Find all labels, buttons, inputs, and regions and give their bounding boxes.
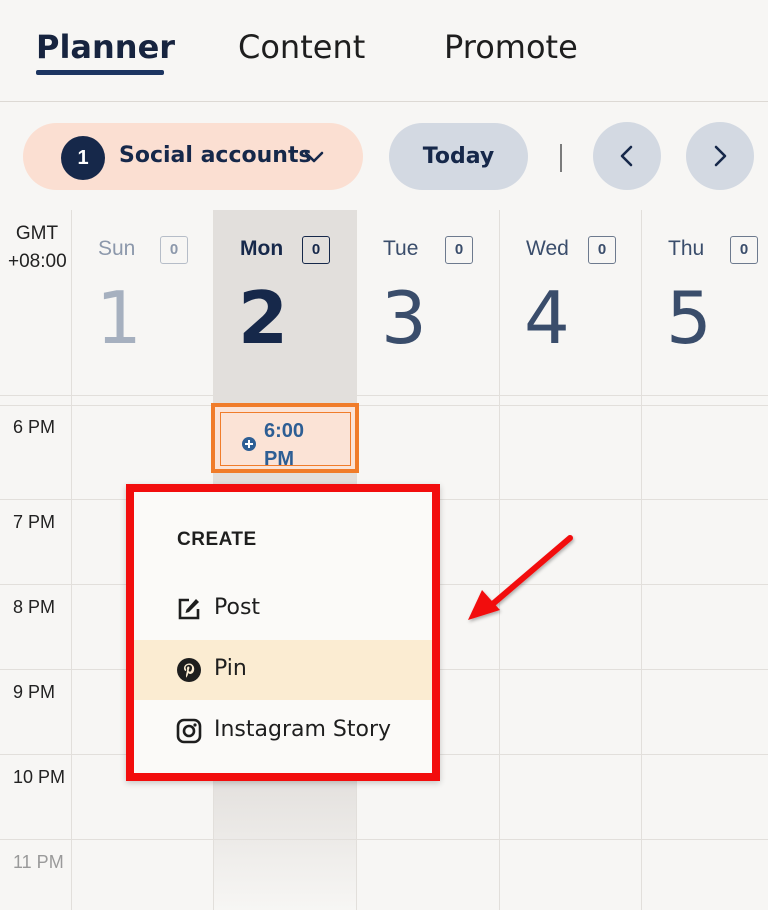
day-number: 1 [96, 276, 142, 360]
day-header-thu[interactable]: Thu 0 5 [642, 210, 768, 395]
chevron-left-icon [620, 145, 633, 167]
annotation-arrow-icon [468, 535, 573, 620]
grid-line [0, 405, 768, 406]
day-name: Wed [526, 237, 569, 260]
tab-planner[interactable]: Planner [36, 28, 175, 66]
day-name: Mon [240, 237, 284, 260]
timezone-offset: +08:00 [8, 251, 67, 272]
time-label: 9 PM [13, 682, 56, 702]
toolbar-divider [560, 144, 562, 172]
edit-icon [178, 598, 200, 620]
day-name: Tue [383, 237, 419, 260]
time-label: 11 PM [13, 852, 64, 872]
day-number: 3 [381, 276, 427, 360]
pinterest-icon [177, 658, 201, 682]
accounts-count-badge: 1 [61, 136, 105, 180]
timezone-name: GMT [15, 223, 59, 244]
tab-content[interactable]: Content [238, 28, 365, 66]
active-tab-indicator [36, 70, 164, 75]
menu-item-label: Pin [214, 656, 247, 681]
slot-time: 6:00 PM [264, 417, 304, 473]
day-number: 2 [238, 276, 289, 360]
header-separator [0, 395, 768, 396]
new-post-slot[interactable]: 6:00 PM [211, 403, 359, 473]
time-label: 8 PM [13, 597, 56, 617]
day-header-sun[interactable]: Sun 0 1 [72, 210, 215, 395]
create-pin-option[interactable]: Pin [134, 640, 432, 700]
instagram-icon [176, 718, 202, 744]
social-accounts-label: Social accounts [119, 143, 312, 168]
social-accounts-button[interactable]: 1 Social accounts [23, 123, 363, 190]
create-menu-title: CREATE [177, 529, 257, 550]
menu-item-label: Instagram Story [214, 717, 392, 742]
next-week-button[interactable] [686, 122, 754, 190]
previous-week-button[interactable] [593, 122, 661, 190]
chevron-down-icon [304, 151, 324, 163]
post-count-badge: 0 [302, 236, 330, 264]
day-name: Thu [668, 237, 705, 260]
time-label: 10 PM [13, 767, 66, 787]
calendar-toolbar: 1 Social accounts Today [0, 102, 768, 210]
post-count-badge: 0 [588, 236, 616, 264]
menu-item-label: Post [214, 595, 261, 620]
add-circle-icon [242, 437, 256, 451]
post-count-badge: 0 [730, 236, 758, 264]
today-button[interactable]: Today [389, 123, 528, 190]
slot-time-meridiem: PM [264, 448, 294, 470]
grid-line [0, 839, 768, 840]
tab-promote[interactable]: Promote [444, 28, 578, 66]
day-number: 4 [524, 276, 570, 360]
day-number: 5 [666, 276, 712, 360]
day-header-tue[interactable]: Tue 0 3 [357, 210, 500, 395]
chevron-right-icon [714, 145, 727, 167]
day-header-wed[interactable]: Wed 0 4 [500, 210, 643, 395]
day-name: Sun [98, 237, 136, 260]
time-label: 7 PM [13, 512, 56, 532]
create-menu: CREATE Post Pin Instagram Story [126, 484, 440, 781]
slot-time-value: 6:00 [264, 420, 305, 442]
create-instagram-story-option[interactable]: Instagram Story [134, 701, 432, 761]
top-navigation: Planner Content Promote [0, 0, 768, 102]
time-label: 6 PM [13, 417, 56, 437]
day-header-mon[interactable]: Mon 0 2 [214, 210, 357, 395]
post-count-badge: 0 [445, 236, 473, 264]
create-post-option[interactable]: Post [134, 579, 432, 639]
post-count-badge: 0 [160, 236, 188, 264]
timezone-label: GMT +08:00 [8, 220, 67, 276]
